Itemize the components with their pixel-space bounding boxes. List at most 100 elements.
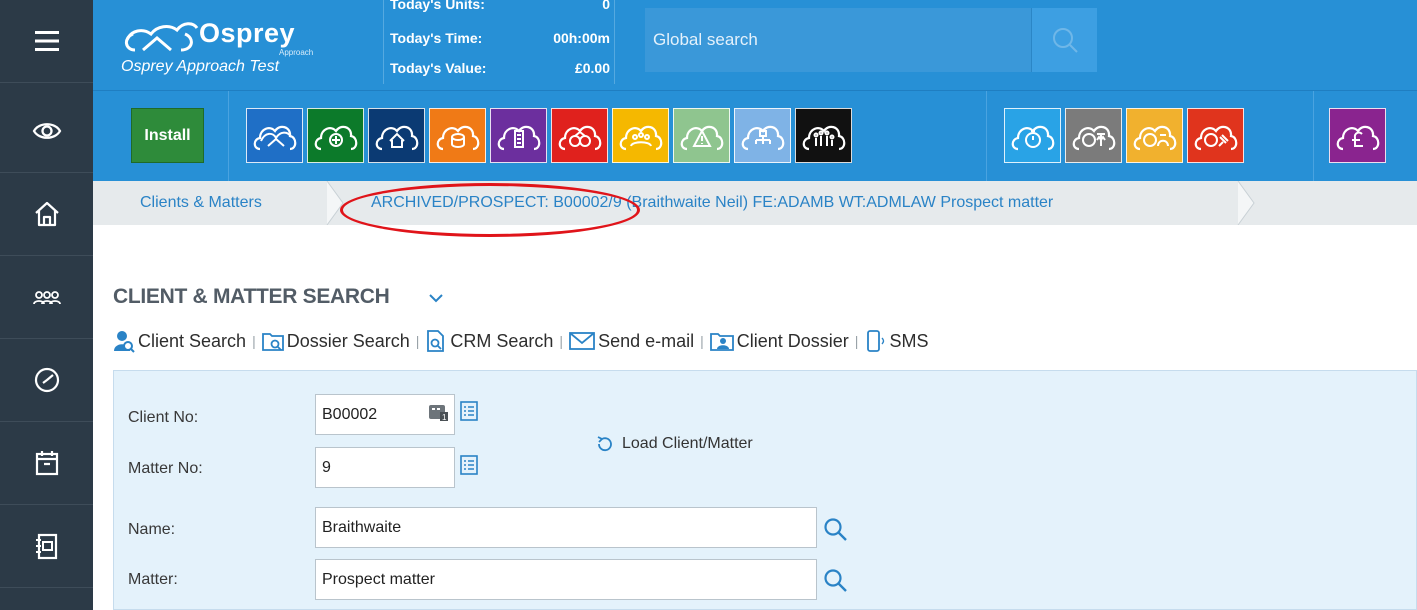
toolbar-divider — [1313, 91, 1314, 182]
module-button[interactable] — [673, 108, 730, 163]
page-title: CLIENT & MATTER SEARCH — [113, 285, 390, 308]
install-button[interactable]: Install — [131, 108, 204, 163]
matter-no-input[interactable]: 9 — [315, 447, 455, 488]
chevron-down-icon[interactable] — [428, 292, 444, 304]
client-search-link[interactable]: Client Search — [113, 329, 246, 353]
team-time-cloud-icon — [1133, 125, 1176, 150]
stat-value-value: £0.00 — [574, 60, 610, 76]
dossier-search-link[interactable]: Dossier Search — [261, 329, 410, 353]
client-search-icon — [114, 331, 135, 353]
handcuffs-cloud-icon — [558, 125, 601, 150]
home-icon — [34, 201, 59, 227]
toolbar-divider — [986, 91, 987, 182]
breadcrumb-clients-matters[interactable]: Clients & Matters — [93, 181, 333, 225]
load-client-matter-button[interactable]: Load Client/Matter — [596, 435, 753, 453]
search-actions: Client Search | Dossier Search | CRM Sea… — [113, 327, 928, 355]
logo-approach: Approach — [279, 48, 314, 57]
module-button[interactable] — [1187, 108, 1244, 163]
load-client-matter-label: Load Client/Matter — [622, 435, 753, 452]
crm-search-link[interactable]: CRM Search — [425, 329, 553, 353]
crm-search-label: CRM Search — [450, 330, 554, 351]
clock-icon — [34, 367, 59, 393]
matter-list-icon[interactable] — [460, 455, 478, 475]
osprey-bird-icon — [125, 22, 199, 52]
client-matter-form: Client No: B00002 1 Load Client/Matter M… — [113, 370, 1417, 610]
client-no-value: B00002 — [322, 405, 378, 423]
sidebar-item-calendar[interactable] — [0, 422, 93, 505]
sidebar-item-time[interactable] — [0, 339, 93, 422]
refresh-icon — [597, 436, 612, 452]
module-button[interactable] — [490, 108, 547, 163]
client-dossier-icon — [709, 333, 734, 351]
left-sidebar — [0, 0, 93, 610]
separator: | — [854, 333, 859, 349]
module-button[interactable] — [307, 108, 364, 163]
eye-icon — [32, 123, 61, 139]
client-dossier-link[interactable]: Client Dossier — [709, 329, 849, 353]
module-button[interactable] — [734, 108, 791, 163]
warning-cloud-icon — [680, 125, 723, 150]
envelope-icon — [569, 332, 595, 350]
dossier-search-label: Dossier Search — [286, 330, 410, 351]
environment-name: Osprey Approach Test — [121, 58, 280, 75]
crm-search-icon — [427, 330, 445, 352]
module-button[interactable] — [368, 108, 425, 163]
module-button[interactable] — [551, 108, 608, 163]
menu-button[interactable] — [0, 0, 93, 83]
money-cloud-icon — [436, 125, 479, 150]
add-cloud-icon — [314, 125, 357, 150]
module-button[interactable] — [1126, 108, 1183, 163]
separator: | — [700, 333, 704, 349]
send-email-label: Send e-mail — [598, 330, 695, 351]
name-input[interactable]: Braithwaite — [315, 507, 817, 548]
building-cloud-icon — [497, 125, 540, 150]
matter-no-label: Matter No: — [128, 460, 203, 477]
name-search-icon[interactable] — [822, 516, 850, 544]
global-search-input[interactable] — [645, 8, 1031, 72]
sidebar-item-view[interactable] — [0, 90, 93, 173]
people-icon — [32, 291, 61, 305]
stat-time-label: Today's Time: — [390, 30, 483, 46]
gavel-cloud-icon — [1194, 125, 1237, 150]
module-button[interactable] — [429, 108, 486, 163]
stat-time-value: 00h:00m — [553, 30, 610, 46]
matter-value: Prospect matter — [322, 570, 435, 588]
matter-input[interactable]: Prospect matter — [315, 559, 817, 600]
matter-label: Matter: — [128, 571, 178, 588]
stat-units-value: 0 — [602, 0, 610, 12]
breadcrumb: Clients & Matters ARCHIVED/PROSPECT: B00… — [93, 181, 1417, 225]
osprey-module-icon — [253, 125, 296, 150]
sms-link[interactable]: SMS — [864, 329, 928, 353]
stat-time: Today's Time: 00h:00m — [390, 30, 610, 52]
client-list-icon[interactable] — [460, 401, 478, 421]
client-dossier-label: Client Dossier — [736, 330, 849, 351]
separator: | — [252, 333, 256, 349]
module-button[interactable] — [1065, 108, 1122, 163]
toolbar-divider — [228, 91, 229, 182]
calendar-icon — [35, 451, 58, 476]
sidebar-item-clients[interactable] — [0, 256, 93, 339]
module-button[interactable] — [1004, 108, 1061, 163]
osprey-logo[interactable]: Osprey Approach Osprey Approach Test — [111, 6, 341, 81]
module-button[interactable] — [1329, 108, 1386, 163]
module-button[interactable] — [795, 108, 852, 163]
matter-search-icon[interactable] — [822, 567, 850, 595]
name-value: Braithwaite — [322, 518, 402, 536]
module-button[interactable] — [246, 108, 303, 163]
send-email-link[interactable]: Send e-mail — [569, 329, 694, 353]
stat-units-label: Today's Units: — [390, 0, 485, 12]
global-search-button[interactable] — [1031, 8, 1097, 72]
daily-stats: Today's Units: 0 Today's Time: 00h:00m Tod… — [383, 0, 615, 84]
sidebar-item-ledger[interactable] — [0, 505, 93, 588]
search-icon — [1052, 28, 1078, 53]
family-cloud-icon — [802, 125, 845, 150]
scales-cloud-icon — [1072, 125, 1115, 150]
annotation-highlight — [340, 183, 640, 237]
stopwatch-cloud-icon — [1011, 125, 1054, 150]
separator: | — [415, 333, 420, 349]
sidebar-item-home[interactable] — [0, 173, 93, 256]
module-button[interactable] — [612, 108, 669, 163]
phone-icon — [867, 330, 885, 352]
client-no-picker-icon[interactable]: 1 — [429, 403, 449, 421]
svg-text:1: 1 — [442, 413, 447, 421]
